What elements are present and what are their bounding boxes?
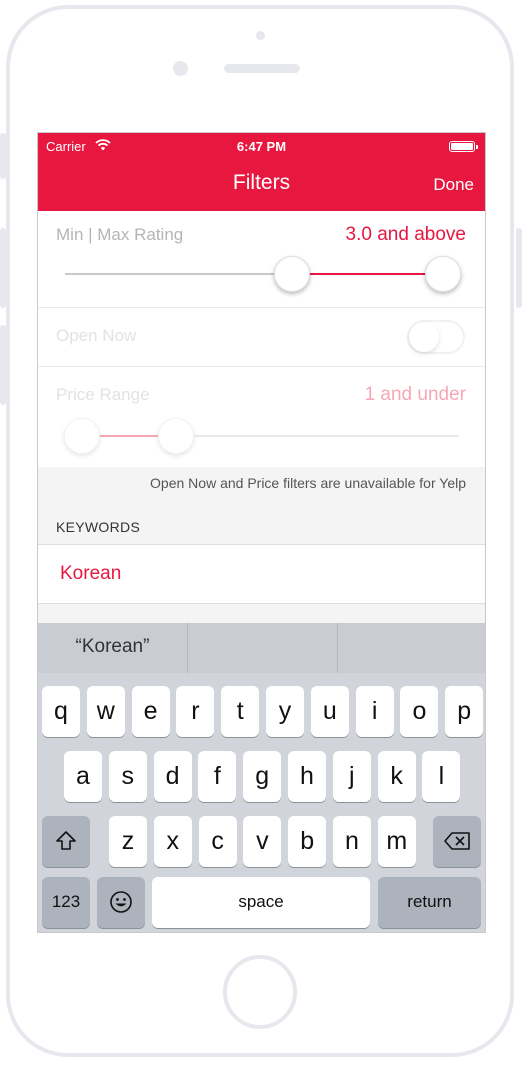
shift-key[interactable] bbox=[42, 816, 90, 867]
key-n[interactable]: n bbox=[333, 816, 371, 867]
keyboard: “Korean” qwertyuiop asdfghjkl zxcvbnm 123 bbox=[38, 623, 485, 932]
key-d[interactable]: d bbox=[153, 751, 192, 802]
key-s[interactable]: s bbox=[108, 751, 147, 802]
key-l[interactable]: l bbox=[422, 751, 461, 802]
rating-section: Min | Max Rating 3.0 and above bbox=[38, 211, 485, 308]
key-t[interactable]: t bbox=[221, 686, 260, 737]
mute-switch bbox=[0, 133, 6, 179]
suggestion-bar: “Korean” bbox=[38, 623, 485, 673]
done-button[interactable]: Done bbox=[433, 175, 474, 195]
space-key[interactable]: space bbox=[152, 877, 370, 928]
keywords-input[interactable] bbox=[60, 563, 440, 585]
front-camera bbox=[173, 61, 188, 76]
key-v[interactable]: v bbox=[243, 816, 282, 867]
key-b[interactable]: b bbox=[288, 816, 327, 867]
price-min-knob[interactable] bbox=[64, 418, 100, 454]
return-key[interactable]: return bbox=[378, 877, 481, 928]
open-now-label: Open Now bbox=[56, 326, 137, 345]
key-g[interactable]: g bbox=[243, 751, 282, 802]
delete-key[interactable] bbox=[433, 816, 481, 867]
open-now-section: Open Now bbox=[38, 308, 485, 367]
rating-slider-selected-track bbox=[291, 273, 443, 275]
toggle-knob bbox=[409, 322, 439, 352]
navigation-bar: Carrier 6:47 PM Filters Done bbox=[38, 133, 485, 211]
suggestion-2[interactable] bbox=[188, 623, 337, 673]
key-a[interactable]: a bbox=[64, 751, 102, 802]
price-section: Price Range 1 and under bbox=[38, 367, 485, 467]
key-q[interactable]: q bbox=[42, 686, 80, 737]
status-bar: Carrier 6:47 PM bbox=[46, 139, 478, 155]
proximity-sensor bbox=[256, 31, 265, 40]
key-j[interactable]: j bbox=[332, 751, 371, 802]
filters-unavailable-note: Open Now and Price filters are unavailab… bbox=[150, 475, 466, 491]
backspace-icon bbox=[444, 832, 470, 850]
earpiece-speaker bbox=[224, 64, 300, 73]
price-label: Price Range bbox=[56, 385, 150, 404]
power-button bbox=[516, 228, 522, 308]
key-z[interactable]: z bbox=[109, 816, 147, 867]
page-title: Filters bbox=[232, 171, 291, 194]
key-m[interactable]: m bbox=[377, 816, 416, 867]
volume-down-button bbox=[0, 325, 6, 405]
rating-max-knob[interactable] bbox=[425, 256, 461, 292]
rating-min-knob[interactable] bbox=[273, 256, 310, 292]
emoji-key[interactable] bbox=[97, 877, 145, 928]
volume-up-button bbox=[0, 228, 6, 308]
suggestion-3[interactable] bbox=[338, 623, 485, 673]
key-r[interactable]: r bbox=[176, 686, 215, 737]
keywords-header: KEYWORDS bbox=[56, 519, 141, 535]
shift-icon bbox=[56, 831, 76, 850]
suggestion-1[interactable]: “Korean” bbox=[38, 623, 187, 673]
key-f[interactable]: f bbox=[198, 751, 237, 802]
key-u[interactable]: u bbox=[310, 686, 349, 737]
key-w[interactable]: w bbox=[86, 686, 125, 737]
screen: Carrier 6:47 PM Filters Done Min | Max R… bbox=[37, 132, 486, 933]
key-e[interactable]: e bbox=[131, 686, 170, 737]
rating-label: Min | Max Rating bbox=[56, 225, 184, 244]
key-x[interactable]: x bbox=[153, 816, 192, 867]
key-k[interactable]: k bbox=[377, 751, 416, 802]
keywords-field[interactable] bbox=[38, 544, 485, 604]
clock: 6:47 PM bbox=[236, 139, 287, 154]
price-max-knob[interactable] bbox=[158, 418, 195, 454]
battery-icon bbox=[449, 141, 478, 152]
key-i[interactable]: i bbox=[355, 686, 394, 737]
emoji-icon bbox=[110, 891, 132, 913]
key-c[interactable]: c bbox=[198, 816, 237, 867]
open-now-toggle[interactable] bbox=[407, 320, 465, 354]
key-y[interactable]: y bbox=[266, 686, 304, 737]
rating-value: 3.0 and above bbox=[345, 224, 466, 245]
home-button[interactable] bbox=[223, 955, 297, 1029]
price-value: 1 and under bbox=[364, 384, 466, 405]
numbers-key[interactable]: 123 bbox=[42, 877, 90, 928]
key-o[interactable]: o bbox=[400, 686, 439, 737]
key-p[interactable]: p bbox=[445, 686, 484, 737]
key-h[interactable]: h bbox=[288, 751, 326, 802]
